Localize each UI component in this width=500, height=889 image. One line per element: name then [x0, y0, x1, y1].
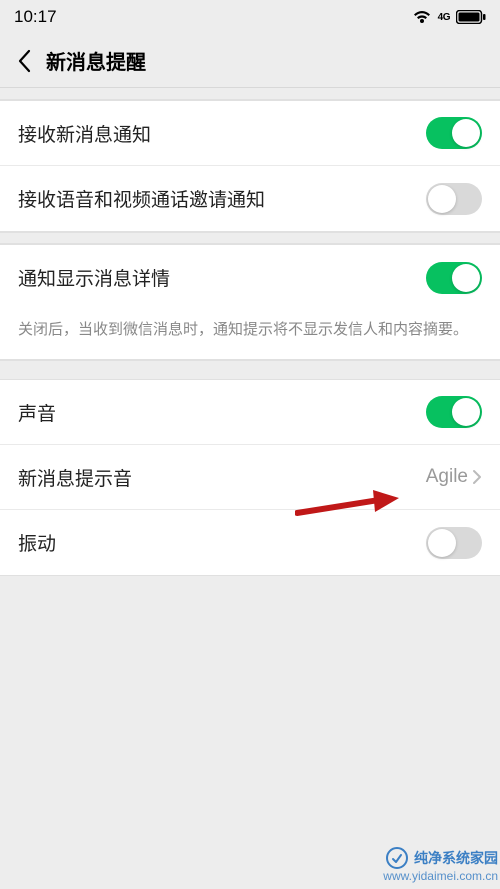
toggle-sound[interactable]: [426, 396, 482, 428]
toggle-receive-new[interactable]: [426, 117, 482, 149]
row-receive-call[interactable]: 接收语音和视频通话邀请通知: [0, 166, 500, 231]
chevron-right-icon: [472, 469, 482, 485]
chevron-left-icon: [17, 49, 31, 73]
row-value: Agile: [426, 466, 482, 488]
row-label: 声音: [18, 399, 56, 426]
section-gap: [0, 88, 500, 100]
group-detail: 通知显示消息详情 关闭后，当收到微信消息时，通知提示将不显示发信人和内容摘要。: [0, 244, 500, 361]
toggle-vibrate[interactable]: [426, 527, 482, 559]
battery-icon: [456, 10, 486, 24]
section-gap: [0, 232, 500, 244]
row-sound[interactable]: 声音: [0, 380, 500, 445]
group-sound: 声音 新消息提示音 Agile 振动: [0, 379, 500, 576]
row-tone[interactable]: 新消息提示音 Agile: [0, 445, 500, 510]
tone-value: Agile: [426, 466, 468, 488]
header: 新消息提醒: [0, 34, 500, 88]
back-button[interactable]: [8, 45, 40, 77]
toggle-show-detail[interactable]: [426, 262, 482, 294]
row-label: 接收新消息通知: [18, 120, 151, 147]
row-label: 通知显示消息详情: [18, 264, 170, 291]
watermark-url: www.yidaimei.com.cn: [383, 869, 498, 883]
row-label: 振动: [18, 529, 56, 556]
section-gap: [0, 361, 500, 379]
status-time: 10:17: [14, 7, 57, 27]
show-detail-desc: 关闭后，当收到微信消息时，通知提示将不显示发信人和内容摘要。: [0, 310, 500, 360]
group-notifications: 接收新消息通知 接收语音和视频通话邀请通知: [0, 100, 500, 232]
watermark-logo-icon: [386, 847, 408, 869]
row-label: 接收语音和视频通话邀请通知: [18, 185, 265, 212]
row-vibrate[interactable]: 振动: [0, 510, 500, 575]
row-receive-new[interactable]: 接收新消息通知: [0, 101, 500, 166]
row-label: 新消息提示音: [18, 464, 132, 491]
page-title: 新消息提醒: [46, 46, 146, 75]
wifi-icon: [412, 9, 432, 25]
watermark: 纯净系统家园 www.yidaimei.com.cn: [383, 847, 498, 883]
status-right: 4G: [412, 9, 486, 25]
toggle-receive-call[interactable]: [426, 183, 482, 215]
status-bar: 10:17 4G: [0, 0, 500, 34]
row-show-detail[interactable]: 通知显示消息详情: [0, 245, 500, 310]
watermark-brand: 纯净系统家园: [414, 848, 498, 868]
network-label: 4G: [438, 12, 450, 23]
